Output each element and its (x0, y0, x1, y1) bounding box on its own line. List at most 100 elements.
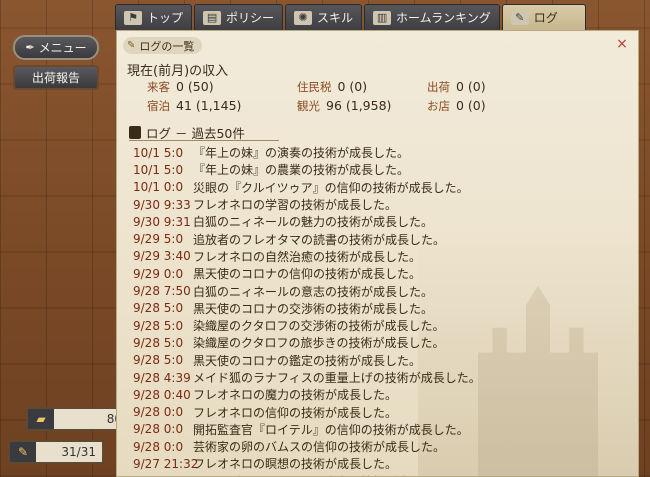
log-message: フレオネロの魔力の技術が成長した。 (193, 388, 398, 403)
book-icon (129, 125, 141, 139)
menu-button[interactable]: ✒ メニュー (13, 35, 99, 60)
log-list[interactable]: 10/1 5:0 『年上の妹』の演奏の技術が成長した。 10/1 5:0 『年上の妹』… (133, 144, 593, 476)
tab-top[interactable]: ⚑ トップ (115, 4, 193, 30)
income-resident-tax: 住民税 0 (0) (297, 79, 368, 94)
tab-bar: ⚑ トップ ▤ ポリシー ✺ スキル ▥ ホームランキング ✎ ログ (115, 4, 603, 30)
income-shop: お店 0 (0) (427, 98, 486, 113)
log-message: フレオネロの自然治癒の技術が成長した。 (193, 249, 422, 264)
scroll-icon: ▤ (203, 10, 222, 25)
panel-header: ✎ ログの一覧 (123, 37, 203, 54)
stamina-counter: ✎ 31/31 (8, 440, 104, 464)
log-entry: 9/27 21:32 フレオネロの瞑想の技術が成長した。 (133, 455, 593, 472)
log-entry: 10/1 5:0 『年上の妹』の農業の技術が成長した。 (133, 161, 593, 178)
log-date: 10/1 5:0 (133, 162, 184, 177)
panel-title: ログの一覧 (139, 39, 195, 53)
log-message: 『年上の妹』の農業の技術が成長した。 (193, 163, 410, 178)
log-message: 追放者のフレオタマの読書の技術が成長した。 (193, 232, 446, 247)
log-entry: 10/1 5:0 『年上の妹』の演奏の技術が成長した。 (133, 144, 593, 161)
tab-home-ranking[interactable]: ▥ ホームランキング (364, 4, 500, 30)
log-message: フレオネロの学習の技術が成長した。 (193, 198, 398, 213)
note-icon: ✎ (127, 40, 136, 51)
tab-label: ポリシー (226, 11, 275, 25)
log-message: フレオネロの瞑想の技術が成長した。 (193, 457, 398, 472)
income-shipping: 出荷 0 (0) (427, 79, 486, 94)
log-message: 開拓監査官『ロイテル』の信仰の技術が成長した。 (193, 422, 469, 437)
log-date: 9/28 0:0 (133, 405, 184, 420)
gear-icon: ✺ (294, 10, 313, 25)
log-date: 9/28 0:0 (133, 439, 184, 454)
log-message: 黒天使のコロナの鑑定の技術が成長した。 (193, 353, 422, 368)
log-entry: 9/28 0:0 開拓監査官『ロイテル』の信仰の技術が成長した。 (133, 421, 593, 438)
log-entry: 9/28 0:40 フレオネロの魔力の技術が成長した。 (133, 386, 593, 403)
menu-label: メニュー (38, 41, 87, 55)
log-message: 白狐のニィネールの意志の技術が成長した。 (193, 284, 434, 299)
log-section-title: ログ － 過去50件 (129, 124, 279, 141)
log-date: 9/28 0:0 (133, 422, 184, 437)
quill-icon: ✒ (25, 41, 35, 54)
log-date: 10/1 0:0 (133, 180, 184, 195)
log-entry: 9/28 4:39 メイド狐のラナフィスの重量上げの技術が成長した。 (133, 369, 593, 386)
coin-icon: ▰ (36, 412, 46, 426)
log-entry: 9/29 3:40 フレオネロの自然治癒の技術が成長した。 (133, 248, 593, 265)
log-entry: 9/28 5:0 黒天使のコロナの鑑定の技術が成長した。 (133, 352, 593, 369)
log-entry: 9/28 5:0 染織屋のクタロフの旅歩きの技術が成長した。 (133, 334, 593, 351)
log-date: 9/29 5:0 (133, 232, 184, 247)
tab-label: ログ (533, 11, 558, 25)
log-entry: 10/1 0:0 災眼の『クルイツゥア』の信仰の技術が成長した。 (133, 179, 593, 196)
log-message: 災眼の『クルイツゥア』の信仰の技術が成長した。 (193, 180, 469, 195)
tab-label: スキル (317, 11, 354, 25)
income-title: 現在(前月)の収入 (127, 64, 229, 79)
log-date: 9/29 3:40 (133, 249, 191, 264)
log-entry: 9/28 5:0 染織屋のクタロフの交渉術の技術が成長した。 (133, 317, 593, 334)
log-message: 染織屋のクタロフの旅歩きの技術が成長した。 (193, 336, 445, 351)
tab-skill[interactable]: ✺ スキル (285, 4, 363, 30)
tab-log[interactable]: ✎ ログ (501, 4, 586, 30)
log-entry: 9/28 5:0 黒天使のコロナの交渉術の技術が成長した。 (133, 300, 593, 317)
log-message: フレオネロの信仰の技術が成長した。 (193, 405, 398, 420)
log-message: 黒天使のコロナの信仰の技術が成長した。 (193, 267, 422, 282)
flag-icon: ⚑ (124, 10, 142, 25)
building-icon: ▥ (373, 10, 392, 25)
tab-policy[interactable]: ▤ ポリシー (194, 4, 284, 30)
log-date: 9/29 0:0 (133, 266, 184, 281)
log-message: メイド狐のラナフィスの魔力の技術が成長した。 (193, 473, 593, 476)
log-date: 9/30 9:33 (133, 197, 191, 212)
log-message: 芸術家の卵のバムスの信仰の技術が成長した。 (193, 440, 446, 455)
income-grid: 来客 0 (50) 住民税 0 (0) 出荷 0 (0) 宿泊 41 (1,14… (147, 78, 527, 114)
tab-label: ホームランキング (396, 11, 491, 25)
log-entry: 9/30 9:31 白狐のニィネールの魅力の技術が成長した。 (133, 213, 593, 230)
log-date: 9/28 4:39 (133, 370, 191, 385)
log-message: 『年上の妹』の演奏の技術が成長した。 (193, 146, 410, 161)
shipping-report-button[interactable]: 出荷報告 (13, 65, 99, 90)
income-tourism: 観光 96 (1,958) (297, 98, 392, 113)
log-date: 9/28 5:0 (133, 318, 184, 333)
log-date: 9/27 21:32 (133, 456, 199, 471)
log-entry: 9/27 9:3メイド狐のラナフィスの魔力の技術が成長した。 (133, 473, 593, 476)
log-date: 10/1 5:0 (133, 145, 184, 160)
log-entry: 9/29 5:0 追放者のフレオタマの読書の技術が成長した。 (133, 230, 593, 247)
stamina-value: 31/31 (36, 442, 102, 462)
log-message: 白狐のニィネールの魅力の技術が成長した。 (193, 215, 434, 230)
quill-icon: ✎ (17, 445, 29, 459)
log-message: メイド狐のラナフィスの重量上げの技術が成長した。 (193, 371, 481, 385)
income-lodging: 宿泊 41 (1,145) (147, 98, 242, 113)
log-date: 9/28 5:0 (133, 301, 184, 316)
log-entry: 9/28 7:50 白狐のニィネールの意志の技術が成長した。 (133, 282, 593, 299)
close-icon[interactable]: × (614, 36, 630, 52)
log-date: 9/28 7:50 (133, 284, 191, 299)
log-entry: 9/28 0:0 フレオネロの信仰の技術が成長した。 (133, 403, 593, 420)
tab-label: トップ (147, 11, 184, 25)
log-entry: 9/30 9:33 フレオネロの学習の技術が成長した。 (133, 196, 593, 213)
log-date: 9/28 5:0 (133, 353, 184, 368)
log-icon: ✎ (510, 10, 529, 25)
log-date: 9/28 5:0 (133, 335, 184, 350)
log-entry: 9/28 0:0 芸術家の卵のバムスの信仰の技術が成長した。 (133, 438, 593, 455)
log-message: 染織屋のクタロフの交渉術の技術が成長した。 (193, 319, 445, 334)
gold-counter: ▰ 80 (26, 407, 130, 431)
shipping-label: 出荷報告 (31, 71, 80, 85)
log-date: 9/30 9:31 (133, 214, 191, 229)
log-message: 黒天使のコロナの交渉術の技術が成長した。 (193, 301, 434, 316)
income-visitors: 来客 0 (50) (147, 79, 214, 94)
log-panel: ✎ ログの一覧 × 現在(前月)の収入 来客 0 (50) 住民税 0 (0) … (116, 30, 639, 477)
log-entry: 9/29 0:0 黒天使のコロナの信仰の技術が成長した。 (133, 265, 593, 282)
